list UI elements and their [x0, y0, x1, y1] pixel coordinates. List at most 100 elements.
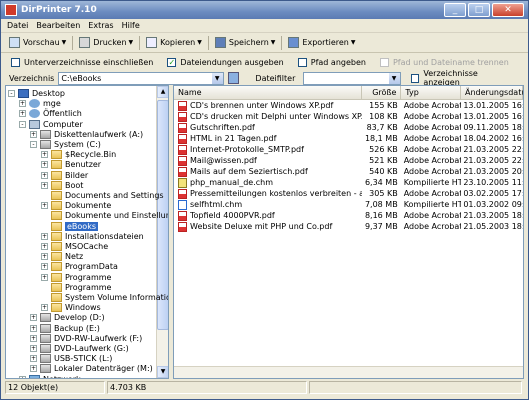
browse-icon[interactable]	[227, 72, 240, 84]
chevron-down-icon[interactable]: ▼	[62, 39, 67, 46]
expand-icon[interactable]: +	[19, 110, 26, 118]
filter-combobox[interactable]: ▼	[303, 71, 401, 85]
file-type: Adobe Acrobat ...	[403, 189, 462, 198]
print-button[interactable]: Drucken ▼	[75, 35, 137, 51]
scroll-down-button[interactable]: ▼	[157, 366, 168, 378]
expand-icon[interactable]: +	[41, 161, 48, 169]
table-row[interactable]: Topfield 4000PVR.pdf 8,16 MB Adobe Acrobat…	[174, 210, 523, 221]
toolbar-separator	[139, 35, 141, 50]
file-name: selfhtml.chm	[190, 200, 243, 209]
column-size[interactable]: Größe	[362, 86, 402, 99]
expand-icon[interactable]: +	[41, 232, 48, 240]
column-name[interactable]: Name	[174, 86, 362, 99]
table-row[interactable]: Gutschriften.pdf 83,7 KB Adobe Acrobat ...…	[174, 122, 523, 133]
table-row[interactable]: HTML in 21 Tagen.pdf 18,1 MB Adobe Acrobat…	[174, 133, 523, 144]
tree-vertical-scrollbar[interactable]: ▲ ▼	[156, 86, 168, 378]
printer-icon	[79, 37, 91, 48]
file-list[interactable]: Name Größe Typ Änderungsdatum CD's brenn…	[173, 85, 524, 379]
expand-icon[interactable]: +	[41, 151, 48, 159]
collapse-icon[interactable]: -	[19, 120, 26, 128]
save-icon	[214, 37, 226, 48]
pdf-file-icon	[178, 155, 187, 166]
expand-icon[interactable]: +	[30, 355, 37, 363]
minimize-button[interactable]: _	[444, 3, 466, 17]
table-row[interactable]: php_manual_de.chm 6,34 MB Kompilierte HTM.…	[174, 177, 523, 188]
column-type[interactable]: Typ	[401, 86, 461, 99]
collapse-icon[interactable]: -	[30, 141, 37, 148]
chevron-down-icon[interactable]: ▼	[351, 39, 356, 46]
folder-icon	[51, 231, 62, 241]
folder-icon	[51, 150, 62, 160]
expand-icon[interactable]: +	[41, 202, 48, 210]
file-date: 01.03.2002 09:16	[463, 200, 523, 209]
expand-icon[interactable]: +	[19, 100, 26, 108]
table-row[interactable]: Internet-Protokolle_SMTP.pdf 526 KB Adobe …	[174, 144, 523, 155]
table-row[interactable]: selfhtml.chm 7,08 MB Kompilierte HTM...01.…	[174, 199, 523, 210]
expand-icon[interactable]: +	[41, 171, 48, 179]
expand-icon[interactable]: +	[30, 130, 37, 138]
tree-node[interactable]: + Netzwerk	[19, 374, 81, 378]
expand-icon[interactable]: +	[30, 324, 37, 332]
save-button[interactable]: Speichern ▼	[211, 35, 280, 51]
file-name-cell: HTML in 21 Tagen.pdf	[174, 133, 362, 144]
table-row[interactable]: Mail@wissen.pdf 521 KB Adobe Acrobat ...21…	[174, 155, 523, 166]
expand-icon[interactable]: +	[41, 304, 48, 312]
table-row[interactable]: Mails auf dem Seziertisch.pdf 540 KB Adobe…	[174, 166, 523, 177]
file-type: Adobe Acrobat ...	[403, 156, 462, 165]
checkbox-box[interactable]	[297, 58, 307, 67]
main-area: ▲ ▼ - Desktop + mge + Öffentlich - Computer + Dis…	[5, 85, 524, 379]
expand-icon[interactable]: +	[41, 253, 48, 261]
file-size: 526 KB	[369, 145, 398, 154]
close-button[interactable]: ✕	[492, 3, 524, 17]
list-horizontal-scrollbar[interactable]	[174, 366, 523, 378]
chevron-down-icon[interactable]: ▼	[388, 72, 400, 84]
column-date[interactable]: Änderungsdatum	[461, 86, 523, 99]
export-button[interactable]: Exportieren ▼	[284, 35, 359, 51]
table-row[interactable]: CD's drucken mit Delphi unter Windows XP…	[174, 111, 523, 122]
extensions-checkbox[interactable]: ✓ Dateiendungen ausgeben	[167, 58, 284, 67]
menu-datei[interactable]: Datei	[3, 21, 32, 30]
file-name: Pressemitteilungen kostenlos verbreiten …	[190, 189, 362, 198]
subdirs-checkbox[interactable]: Unterverzeichnisse einschließen	[11, 58, 153, 67]
table-row[interactable]: Website Deluxe mit PHP und Co.pdf 9,37 MB…	[174, 221, 523, 232]
expand-icon[interactable]: +	[41, 243, 48, 250]
collapse-icon[interactable]: -	[8, 90, 15, 97]
status-bar: 12 Objekt(e) 4.703 KB	[5, 381, 524, 394]
expand-icon[interactable]: +	[30, 314, 37, 322]
directory-combobox[interactable]: C:\eBooks ▼	[58, 71, 224, 85]
expand-icon[interactable]: +	[41, 273, 48, 281]
menu-hilfe[interactable]: Hilfe	[118, 21, 144, 30]
folder-tree[interactable]: ▲ ▼ - Desktop + mge + Öffentlich - Computer + Dis…	[5, 85, 169, 379]
tree-node-label: System (C:)	[54, 140, 101, 149]
checkbox-box[interactable]	[410, 73, 420, 83]
checkbox-box[interactable]	[11, 58, 20, 67]
menu-extras[interactable]: Extras	[84, 21, 117, 30]
chevron-down-icon[interactable]: ▼	[271, 39, 276, 46]
title-bar[interactable]: DirPrinter 7.10 _ □ ✕	[1, 1, 528, 19]
maximize-button[interactable]: □	[468, 3, 490, 17]
tree-node-label: Lokaler Datenträger (M:)	[54, 364, 153, 374]
chevron-down-icon[interactable]: ▼	[197, 39, 202, 46]
expand-icon[interactable]: +	[30, 334, 37, 342]
copy-button[interactable]: Kopieren ▼	[142, 35, 206, 51]
pdf-file-icon	[178, 144, 187, 155]
expand-icon[interactable]: +	[41, 181, 48, 189]
file-type: Adobe Acrobat ...	[403, 167, 462, 176]
checkbox-box[interactable]: ✓	[167, 58, 177, 67]
expand-icon[interactable]: +	[41, 263, 48, 271]
chevron-down-icon[interactable]: ▼	[211, 72, 223, 84]
table-row[interactable]: Pressemitteilungen kostenlos verbreiten …	[174, 188, 523, 199]
chevron-down-icon[interactable]: ▼	[129, 39, 134, 46]
scroll-up-button[interactable]: ▲	[157, 86, 168, 98]
tree-node-label: USB-STICK (L:)	[54, 354, 113, 364]
expand-icon[interactable]: +	[30, 345, 37, 352]
table-row[interactable]: CD's brennen unter Windows XP.pdf 155 KB A…	[174, 100, 523, 111]
file-name-cell: CD's drucken mit Delphi unter Windows XP…	[174, 111, 362, 122]
tree-node-label: Diskettenlaufwerk (A:)	[54, 129, 144, 139]
preview-button[interactable]: Vorschau ▼	[5, 35, 70, 51]
expand-icon[interactable]: +	[30, 365, 37, 373]
expand-icon[interactable]: +	[19, 375, 26, 378]
path-checkbox[interactable]: Pfad angeben	[297, 58, 366, 67]
chm-file-icon	[178, 177, 187, 188]
menu-bearbeiten[interactable]: Bearbeiten	[32, 21, 84, 30]
